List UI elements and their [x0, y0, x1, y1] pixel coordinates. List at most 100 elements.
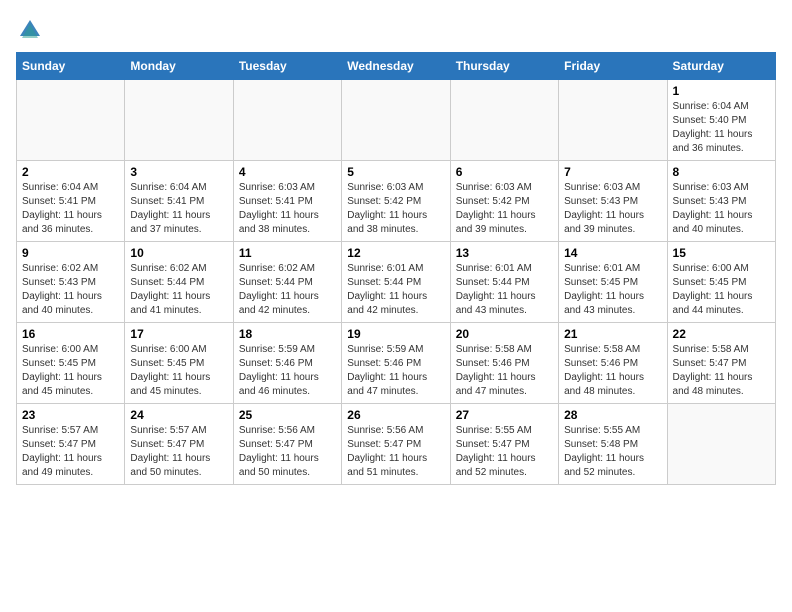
day-info: Sunrise: 5:58 AM Sunset: 5:46 PM Dayligh… [564, 343, 661, 399]
day-info: Sunrise: 6:02 AM Sunset: 5:44 PM Dayligh… [130, 262, 227, 318]
calendar-cell: 4 Sunrise: 6:03 AM Sunset: 5:41 PM Daylig… [233, 161, 341, 242]
calendar-cell [17, 80, 125, 161]
day-info: Sunrise: 6:00 AM Sunset: 5:45 PM Dayligh… [673, 262, 770, 318]
day-info: Sunrise: 6:03 AM Sunset: 5:41 PM Dayligh… [239, 181, 336, 237]
day-info: Sunrise: 5:59 AM Sunset: 5:46 PM Dayligh… [347, 343, 444, 399]
calendar-cell [125, 80, 233, 161]
day-info: Sunrise: 6:03 AM Sunset: 5:42 PM Dayligh… [347, 181, 444, 237]
calendar-cell: 5 Sunrise: 6:03 AM Sunset: 5:42 PM Daylig… [342, 161, 450, 242]
calendar-table: SundayMondayTuesdayWednesdayThursdayFrid… [16, 52, 776, 485]
day-number: 12 [347, 246, 444, 260]
day-number: 23 [22, 408, 119, 422]
day-info: Sunrise: 5:57 AM Sunset: 5:47 PM Dayligh… [22, 424, 119, 480]
day-header-wednesday: Wednesday [342, 53, 450, 80]
calendar-week-row: 1 Sunrise: 6:04 AM Sunset: 5:40 PM Daylig… [17, 80, 776, 161]
calendar-cell: 15 Sunrise: 6:00 AM Sunset: 5:45 PM Dayli… [667, 242, 775, 323]
day-info: Sunrise: 6:00 AM Sunset: 5:45 PM Dayligh… [22, 343, 119, 399]
day-number: 27 [456, 408, 553, 422]
day-info: Sunrise: 5:56 AM Sunset: 5:47 PM Dayligh… [347, 424, 444, 480]
calendar-cell [342, 80, 450, 161]
day-info: Sunrise: 5:57 AM Sunset: 5:47 PM Dayligh… [130, 424, 227, 480]
day-number: 26 [347, 408, 444, 422]
day-number: 1 [673, 84, 770, 98]
day-info: Sunrise: 6:04 AM Sunset: 5:41 PM Dayligh… [130, 181, 227, 237]
day-info: Sunrise: 6:03 AM Sunset: 5:42 PM Dayligh… [456, 181, 553, 237]
day-info: Sunrise: 6:00 AM Sunset: 5:45 PM Dayligh… [130, 343, 227, 399]
day-header-thursday: Thursday [450, 53, 558, 80]
day-number: 5 [347, 165, 444, 179]
calendar-cell: 22Sunrise: 5:58 AM Sunset: 5:47 PM Dayli… [667, 323, 775, 404]
day-number: 4 [239, 165, 336, 179]
day-number: 14 [564, 246, 661, 260]
day-info: Sunrise: 6:04 AM Sunset: 5:41 PM Dayligh… [22, 181, 119, 237]
day-number: 15 [673, 246, 770, 260]
calendar-cell: 27 Sunrise: 5:55 AM Sunset: 5:47 PM Dayli… [450, 404, 558, 485]
calendar-cell: 12 Sunrise: 6:01 AM Sunset: 5:44 PM Dayli… [342, 242, 450, 323]
calendar-cell: 21 Sunrise: 5:58 AM Sunset: 5:46 PM Dayli… [559, 323, 667, 404]
calendar-cell: 13 Sunrise: 6:01 AM Sunset: 5:44 PM Dayli… [450, 242, 558, 323]
calendar-week-row: 2 Sunrise: 6:04 AM Sunset: 5:41 PM Daylig… [17, 161, 776, 242]
calendar-cell: 25 Sunrise: 5:56 AM Sunset: 5:47 PM Dayli… [233, 404, 341, 485]
day-number: 18 [239, 327, 336, 341]
calendar-cell [667, 404, 775, 485]
calendar-cell: 23 Sunrise: 5:57 AM Sunset: 5:47 PM Dayli… [17, 404, 125, 485]
day-number: 13 [456, 246, 553, 260]
day-header-monday: Monday [125, 53, 233, 80]
calendar-cell: 8 Sunrise: 6:03 AM Sunset: 5:43 PM Daylig… [667, 161, 775, 242]
day-info: Sunrise: 6:04 AM Sunset: 5:40 PM Dayligh… [673, 100, 770, 156]
day-number: 25 [239, 408, 336, 422]
day-info: Sunrise: 5:58 AM Sunset: 5:46 PM Dayligh… [456, 343, 553, 399]
day-info: Sunrise: 6:02 AM Sunset: 5:43 PM Dayligh… [22, 262, 119, 318]
day-info: Sunrise: 5:56 AM Sunset: 5:47 PM Dayligh… [239, 424, 336, 480]
day-number: 11 [239, 246, 336, 260]
calendar-cell: 24 Sunrise: 5:57 AM Sunset: 5:47 PM Dayli… [125, 404, 233, 485]
calendar-cell: 11Sunrise: 6:02 AM Sunset: 5:44 PM Dayli… [233, 242, 341, 323]
day-header-friday: Friday [559, 53, 667, 80]
calendar-cell: 7Sunrise: 6:03 AM Sunset: 5:43 PM Daylig… [559, 161, 667, 242]
day-info: Sunrise: 6:01 AM Sunset: 5:45 PM Dayligh… [564, 262, 661, 318]
day-number: 3 [130, 165, 227, 179]
calendar-cell: 20 Sunrise: 5:58 AM Sunset: 5:46 PM Dayli… [450, 323, 558, 404]
calendar-cell: 14 Sunrise: 6:01 AM Sunset: 5:45 PM Dayli… [559, 242, 667, 323]
calendar-cell: 9Sunrise: 6:02 AM Sunset: 5:43 PM Daylig… [17, 242, 125, 323]
calendar-week-row: 23 Sunrise: 5:57 AM Sunset: 5:47 PM Dayli… [17, 404, 776, 485]
calendar-cell: 19 Sunrise: 5:59 AM Sunset: 5:46 PM Dayli… [342, 323, 450, 404]
day-info: Sunrise: 5:58 AM Sunset: 5:47 PM Dayligh… [673, 343, 770, 399]
day-number: 21 [564, 327, 661, 341]
calendar-cell: 3 Sunrise: 6:04 AM Sunset: 5:41 PM Daylig… [125, 161, 233, 242]
day-info: Sunrise: 5:59 AM Sunset: 5:46 PM Dayligh… [239, 343, 336, 399]
day-info: Sunrise: 6:03 AM Sunset: 5:43 PM Dayligh… [564, 181, 661, 237]
calendar-cell: 28 Sunrise: 5:55 AM Sunset: 5:48 PM Dayli… [559, 404, 667, 485]
calendar-cell: 16 Sunrise: 6:00 AM Sunset: 5:45 PM Dayli… [17, 323, 125, 404]
day-info: Sunrise: 5:55 AM Sunset: 5:48 PM Dayligh… [564, 424, 661, 480]
calendar-cell [559, 80, 667, 161]
calendar-cell [450, 80, 558, 161]
calendar-header-row: SundayMondayTuesdayWednesdayThursdayFrid… [17, 53, 776, 80]
day-header-sunday: Sunday [17, 53, 125, 80]
generalblue-logo-icon [16, 16, 44, 44]
calendar-cell: 26 Sunrise: 5:56 AM Sunset: 5:47 PM Dayli… [342, 404, 450, 485]
day-number: 24 [130, 408, 227, 422]
day-number: 10 [130, 246, 227, 260]
day-info: Sunrise: 5:55 AM Sunset: 5:47 PM Dayligh… [456, 424, 553, 480]
day-number: 17 [130, 327, 227, 341]
calendar-cell: 17 Sunrise: 6:00 AM Sunset: 5:45 PM Dayli… [125, 323, 233, 404]
calendar-week-row: 9Sunrise: 6:02 AM Sunset: 5:43 PM Daylig… [17, 242, 776, 323]
day-info: Sunrise: 6:03 AM Sunset: 5:43 PM Dayligh… [673, 181, 770, 237]
calendar-cell: 18 Sunrise: 5:59 AM Sunset: 5:46 PM Dayli… [233, 323, 341, 404]
day-info: Sunrise: 6:01 AM Sunset: 5:44 PM Dayligh… [456, 262, 553, 318]
day-info: Sunrise: 6:01 AM Sunset: 5:44 PM Dayligh… [347, 262, 444, 318]
header [16, 16, 776, 44]
day-number: 2 [22, 165, 119, 179]
day-number: 20 [456, 327, 553, 341]
day-number: 8 [673, 165, 770, 179]
day-number: 28 [564, 408, 661, 422]
day-header-tuesday: Tuesday [233, 53, 341, 80]
day-number: 6 [456, 165, 553, 179]
calendar-cell: 2 Sunrise: 6:04 AM Sunset: 5:41 PM Daylig… [17, 161, 125, 242]
calendar-cell: 10 Sunrise: 6:02 AM Sunset: 5:44 PM Dayli… [125, 242, 233, 323]
calendar-cell [233, 80, 341, 161]
day-header-saturday: Saturday [667, 53, 775, 80]
day-number: 19 [347, 327, 444, 341]
day-number: 16 [22, 327, 119, 341]
